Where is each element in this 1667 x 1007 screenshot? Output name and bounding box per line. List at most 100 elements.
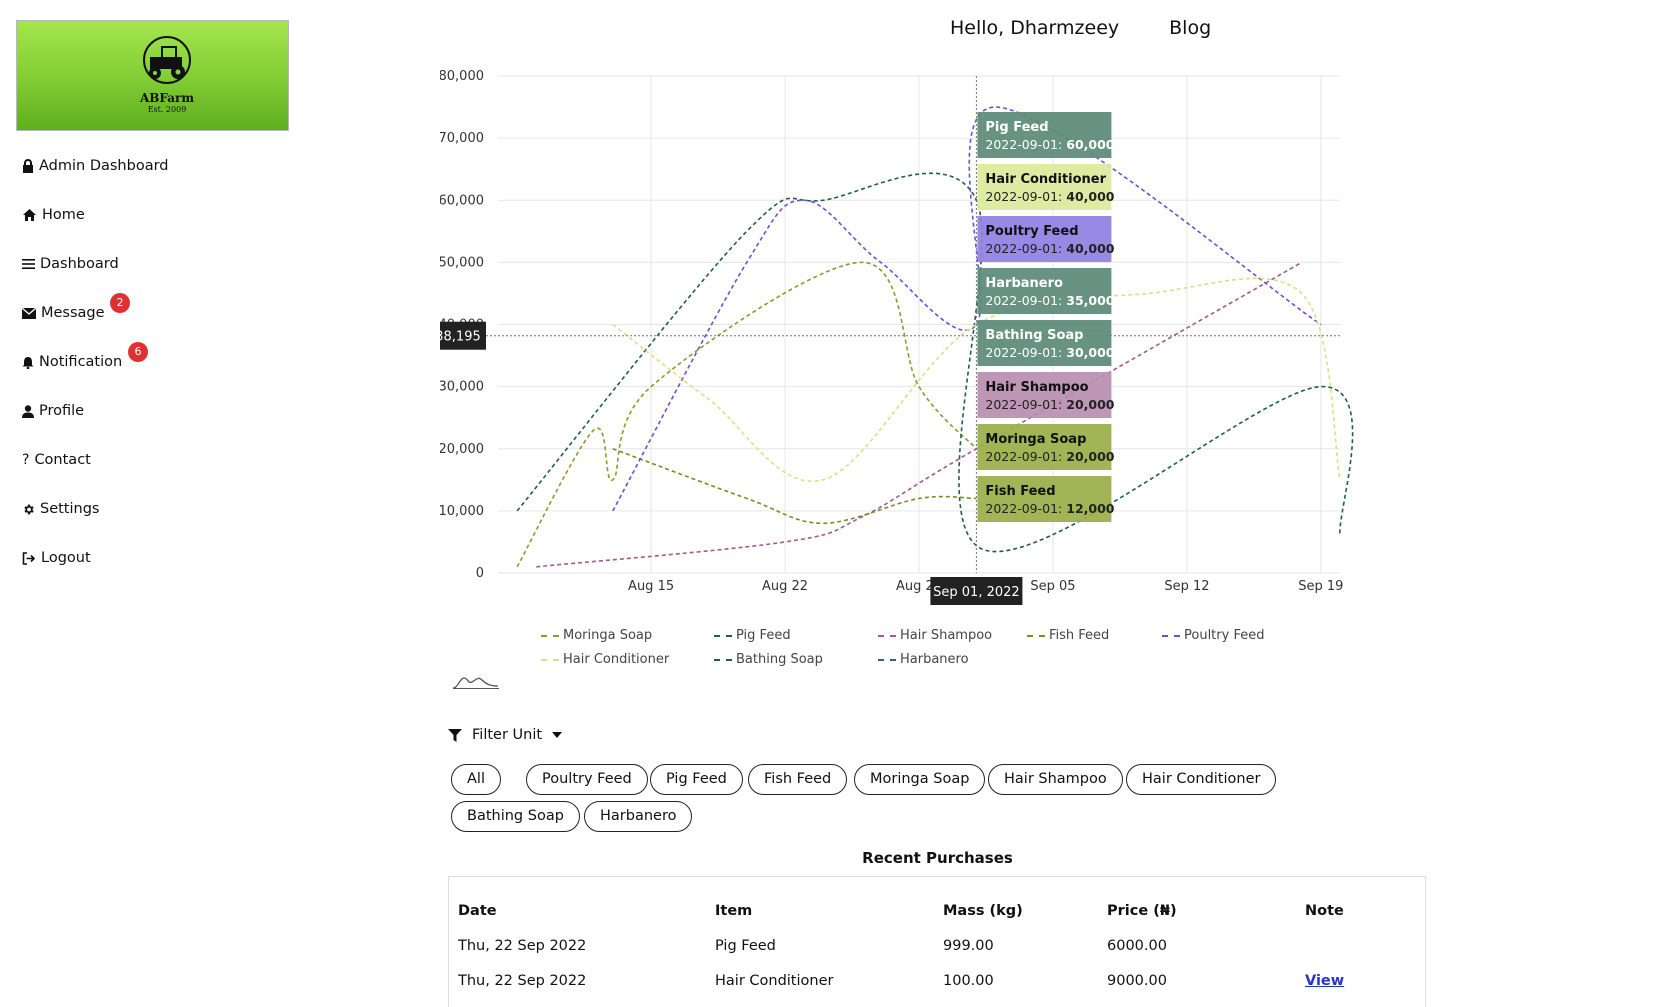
sidebar-item-message[interactable]: Message 2 [22,293,130,321]
legend-swatch [878,658,896,661]
brand-logo[interactable]: ABFarm Est. 2009 [16,20,289,131]
chart-legend: Moringa Soap Pig Feed Hair Shampoo Fish Fee… [541,628,1341,688]
sidebar-item-label: Settings [40,501,100,517]
sidebar-item-contact[interactable]: ? Contact [22,452,91,468]
tooltip-series-name: Fish Feed [985,484,1055,499]
filter-chip-bathing-soap[interactable]: Bathing Soap [451,801,580,832]
legend-swatch [714,634,732,637]
x-tick-label: Sep 19 [1298,579,1343,594]
tooltip-value: 2022-09-01: 30,000 [985,345,1114,360]
legend-item[interactable]: Hair Shampoo [878,628,992,643]
filter-chip-moringa-soap[interactable]: Moringa Soap [854,764,986,795]
sidebar-item-label: Notification [39,354,123,370]
sidebar-item-label: Message [41,305,105,321]
filter-icon [448,728,462,742]
legend-item[interactable]: Poultry Feed [1162,628,1264,643]
caret-down-icon [552,732,563,738]
sidebar-item-profile[interactable]: Profile [22,403,84,419]
filter-chip-fish-feed[interactable]: Fish Feed [748,764,848,795]
table-cell: 9000.00 [1107,973,1167,989]
tooltip-series-name: Pig Feed [985,120,1048,135]
tooltip-series-name: Poultry Feed [985,224,1078,239]
series-line-pig-feed[interactable] [516,172,1354,553]
legend-label: Hair Conditioner [563,652,670,667]
table-cell: Pig Feed [715,938,776,954]
table-cell: Hair Conditioner [715,973,834,989]
legend-item[interactable]: Moringa Soap [541,628,652,643]
purchases-line-chart[interactable]: 010,00020,00030,00040,00050,00060,00070,… [440,60,1450,700]
filter-label: Filter Unit [472,727,543,743]
filter-unit-dropdown[interactable]: Filter Unit [448,727,572,743]
recent-purchases-title: Recent Purchases [862,849,1013,867]
legend-label: Bathing Soap [736,652,823,667]
bell-icon [22,356,34,369]
y-tick-label: 60,000 [440,193,484,208]
series-line-poultry-feed[interactable] [612,106,1322,512]
sidebar-item-notification[interactable]: Notification 6 [22,342,148,370]
filter-chip-hair-shampoo[interactable]: Hair Shampoo [988,764,1123,795]
sidebar-item-label: Home [42,207,85,223]
sidebar-item-settings[interactable]: Settings [22,501,99,517]
table-cell: 999.00 [943,938,994,954]
tooltip-value: 2022-09-01: 60,000 [985,137,1114,152]
filter-chip-hair-conditioner[interactable]: Hair Conditioner [1126,764,1277,795]
sidebar-item-label: Profile [39,403,85,419]
legend-item[interactable]: Bathing Soap [714,652,823,667]
filter-chip-pig-feed[interactable]: Pig Feed [650,764,743,795]
series-line-fish-feed[interactable] [612,447,977,525]
brand-established: Est. 2009 [147,105,187,114]
sidebar-item-home[interactable]: Home [22,207,85,223]
column-header[interactable]: Item [715,903,752,919]
y-tick-label: 80,000 [440,69,484,84]
column-header[interactable]: Price (₦) [1107,903,1177,919]
legend-item[interactable]: Hair Conditioner [541,652,669,667]
sidebar-item-label: Admin Dashboard [39,158,169,174]
lock-icon [23,159,33,173]
message-count-badge: 2 [110,293,130,313]
legend-label: Harbanero [900,652,969,667]
filter-chip-all[interactable]: All [451,764,501,795]
tooltip-series-name: Moringa Soap [985,432,1086,447]
legend-swatch [541,634,559,637]
sidebar-item-logout[interactable]: Logout [22,550,91,566]
y-tick-label: 0 [476,566,484,581]
legend-item[interactable]: Pig Feed [714,628,791,643]
logout-icon [22,551,36,565]
filter-chip-poultry-feed[interactable]: Poultry Feed [526,764,648,795]
blog-link[interactable]: Blog [1169,17,1211,39]
legend-item[interactable]: Fish Feed [1027,628,1109,643]
table-cell: Thu, 22 Sep 2022 [458,938,587,954]
zoom-reset-icon[interactable] [452,670,500,690]
legend-label: Pig Feed [736,628,791,643]
home-icon [23,209,36,221]
sidebar-item-label: Contact [34,452,91,468]
legend-swatch [878,634,896,637]
legend-item[interactable]: Harbanero [878,652,969,667]
x-tick-label: Aug 22 [762,579,808,594]
y-tick-label: 70,000 [440,131,484,146]
user-greeting[interactable]: Hello, Dharmzeey [950,17,1119,39]
y-tick-label: 30,000 [440,380,484,395]
tractor-icon [143,36,191,84]
tooltip-series-name: Hair Shampoo [985,380,1088,395]
legend-swatch [1027,634,1045,637]
legend-swatch [1162,634,1180,637]
column-header[interactable]: Mass (kg) [943,903,1023,919]
gear-icon [24,504,34,514]
question-icon: ? [22,452,30,468]
sidebar-item-dashboard[interactable]: Dashboard [22,256,119,272]
tooltip-value: 2022-09-01: 40,000 [985,189,1114,204]
tooltip-value: 2022-09-01: 40,000 [985,241,1114,256]
tooltip-value: 2022-09-01: 12,000 [985,501,1114,516]
tooltip-value: 2022-09-01: 20,000 [985,397,1114,412]
crosshair-y-label: 38,195 [440,330,481,345]
column-header[interactable]: Note [1305,903,1344,919]
envelope-icon [22,307,36,319]
column-header[interactable]: Date [458,903,497,919]
x-tick-label: Aug 15 [628,579,674,594]
view-note-link[interactable]: View [1305,973,1344,989]
sidebar-item-admin-dashboard[interactable]: Admin Dashboard [22,158,169,174]
tooltip-value: 2022-09-01: 35,000 [985,293,1114,308]
series-line-moringa-soap[interactable] [516,261,977,568]
filter-chip-harbanero[interactable]: Harbanero [584,801,693,832]
